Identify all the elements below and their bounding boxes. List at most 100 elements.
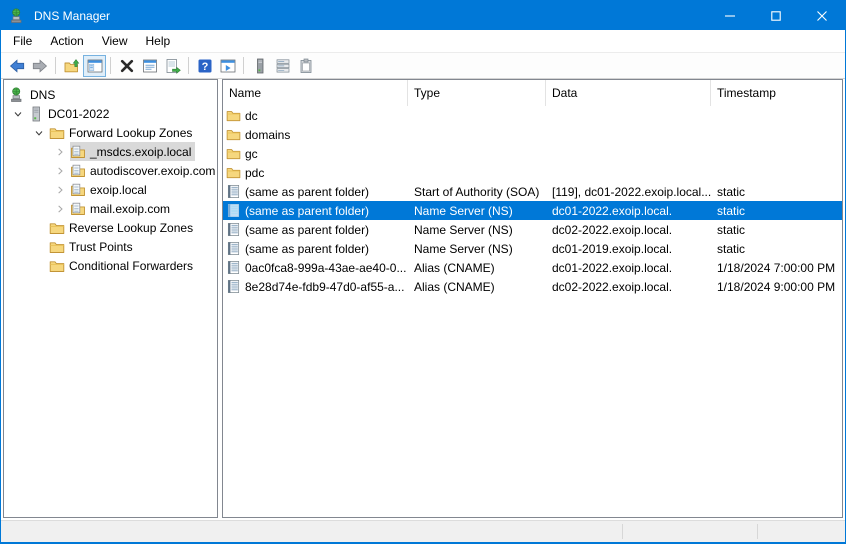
forward-icon [32,58,48,74]
folder-icon [226,146,241,161]
menu-item-help[interactable]: Help [137,31,180,51]
chevron-right-icon[interactable] [50,180,70,199]
chevron-placeholder [29,256,49,275]
tree-item-msdcs-exoip-local[interactable]: _msdcs.exoip.local [4,142,217,161]
up-one-level-button[interactable] [60,55,83,77]
back-button[interactable] [5,55,28,77]
show-console-tree-button[interactable] [83,55,106,77]
chevron-placeholder [29,218,49,237]
tree-item-label: DNS [30,88,55,102]
chevron-down-icon[interactable] [8,104,28,123]
cell-data: [119], dc01-2022.exoip.local... [546,185,711,199]
column-header-timestamp[interactable]: Timestamp [711,80,842,106]
tree-item-autodiscover-exoip-com[interactable]: autodiscover.exoip.com [4,161,217,180]
cell-type: Alias (CNAME) [408,261,546,275]
server-icon [28,106,44,122]
minimize-icon [725,11,735,21]
tree-item-reverse-lookup-zones[interactable]: Reverse Lookup Zones [4,218,217,237]
tree-item-label: Reverse Lookup Zones [69,221,193,235]
table-row-ns-dc01-2019[interactable]: (same as parent folder) Name Server (NS)… [223,239,842,258]
column-header-type[interactable]: Type [408,80,546,106]
status-section-main [1,521,622,542]
cell-data: dc01-2019.exoip.local. [546,242,711,256]
tree-item-conditional-forwarders[interactable]: Conditional Forwarders [4,256,217,275]
properties-button[interactable] [138,55,161,77]
export-list-icon [165,58,181,74]
table-row-gc[interactable]: gc [223,144,842,163]
chevron-right-icon[interactable] [50,161,70,180]
new-window-icon [220,58,236,74]
record-list-icon [275,58,291,74]
export-list-button[interactable] [161,55,184,77]
toolbar-separator [110,57,111,74]
chevron-down-icon[interactable] [29,123,49,142]
record-list-tool-button[interactable] [271,55,294,77]
status-section-grip [758,521,845,542]
chevron-right-icon[interactable] [50,199,70,218]
tree-item-exoip-local[interactable]: exoip.local [4,180,217,199]
table-row-cname-8e28d74e[interactable]: 8e28d74e-fdb9-47d0-af55-a... Alias (CNAM… [223,277,842,296]
list-header: Name Type Data Timestamp [223,80,842,106]
zone-icon [70,182,86,198]
tree-item-label: _msdcs.exoip.local [90,145,191,159]
cell-data: dc01-2022.exoip.local. [546,204,711,218]
tree-item-label: Conditional Forwarders [69,259,193,273]
new-window-button[interactable] [216,55,239,77]
help-button[interactable] [193,55,216,77]
cell-name: 0ac0fca8-999a-43ae-ae40-0... [245,261,406,275]
cell-timestamp: 1/18/2024 9:00:00 PM [711,280,842,294]
cell-type: Name Server (NS) [408,223,546,237]
cell-name: domains [245,128,290,142]
minimize-button[interactable] [707,1,753,30]
record-icon [226,241,241,256]
tree-item-label: mail.exoip.com [90,202,170,216]
tree-item-dns-root[interactable]: DNS [4,85,217,104]
tree-item-forward-lookup-zones[interactable]: Forward Lookup Zones [4,123,217,142]
tree-item-label: Forward Lookup Zones [69,126,192,140]
table-row-ns-dc02-2022[interactable]: (same as parent folder) Name Server (NS)… [223,220,842,239]
clipboard-icon [298,58,314,74]
maximize-button[interactable] [753,1,799,30]
cell-data: dc01-2022.exoip.local. [546,261,711,275]
zone-icon [70,163,86,179]
tree-item-trust-points[interactable]: Trust Points [4,237,217,256]
cell-data: dc02-2022.exoip.local. [546,280,711,294]
tree-item-mail-exoip-com[interactable]: mail.exoip.com [4,199,217,218]
table-row-ns-dc01-2022-selected[interactable]: (same as parent folder) Name Server (NS)… [223,201,842,220]
dns-root-icon [10,87,26,103]
menu-item-view[interactable]: View [93,31,137,51]
console-tree: DNS DC01-2022 Forward Lookup Zones _msdc… [4,80,217,275]
menu-item-action[interactable]: Action [41,31,92,51]
chevron-right-icon[interactable] [50,142,70,161]
cell-type: Alias (CNAME) [408,280,546,294]
delete-button[interactable] [115,55,138,77]
table-row-cname-0ac0fca8[interactable]: 0ac0fca8-999a-43ae-ae40-0... Alias (CNAM… [223,258,842,277]
status-bar [1,520,845,542]
close-icon [817,11,827,21]
table-row-dc[interactable]: dc [223,106,842,125]
table-row-pdc[interactable]: pdc [223,163,842,182]
cell-name: gc [245,147,258,161]
title-bar: DNS Manager [1,1,845,30]
menu-item-file[interactable]: File [4,31,41,51]
folder-icon [226,127,241,142]
paste-tool-button[interactable] [294,55,317,77]
window-title: DNS Manager [34,9,707,23]
table-row-domains[interactable]: domains [223,125,842,144]
column-header-data[interactable]: Data [546,80,711,106]
cell-name: (same as parent folder) [245,223,369,237]
close-button[interactable] [799,1,845,30]
server-tool-button[interactable] [248,55,271,77]
cell-name: pdc [245,166,264,180]
tree-item-dc01-2022[interactable]: DC01-2022 [4,104,217,123]
dns-manager-app-icon [10,8,26,24]
console-tree-pane: DNS DC01-2022 Forward Lookup Zones _msdc… [3,79,218,518]
zone-icon [70,201,86,217]
column-header-name[interactable]: Name [223,80,408,106]
forward-button[interactable] [28,55,51,77]
cell-name: 8e28d74e-fdb9-47d0-af55-a... [245,280,404,294]
cell-data: dc02-2022.exoip.local. [546,223,711,237]
record-icon [226,184,241,199]
table-row-soa[interactable]: (same as parent folder) Start of Authori… [223,182,842,201]
tree-item-label: autodiscover.exoip.com [90,164,215,178]
